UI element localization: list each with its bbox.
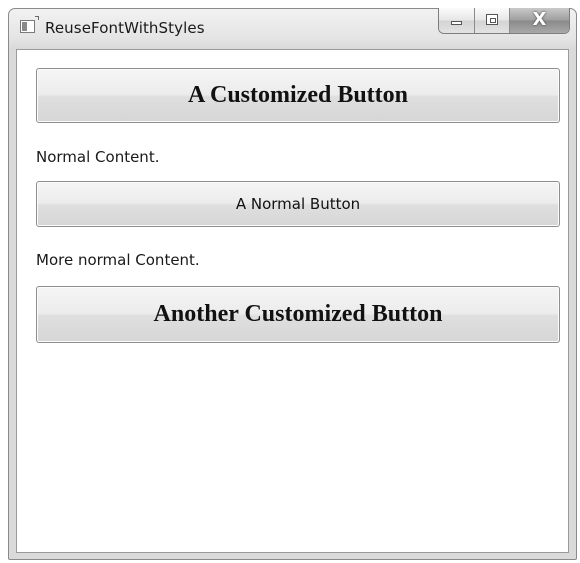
window-title: ReuseFontWithStyles	[45, 19, 205, 37]
close-button[interactable]: X	[510, 8, 569, 33]
more-normal-content-label: More normal Content.	[36, 251, 200, 269]
title-bar[interactable]: ReuseFontWithStyles X	[9, 8, 576, 49]
normal-button[interactable]: A Normal Button	[36, 181, 560, 227]
minimize-icon	[451, 21, 462, 25]
normal-content-label: Normal Content.	[36, 148, 160, 166]
app-window-icon[interactable]	[20, 16, 39, 33]
customized-button[interactable]: A Customized Button	[36, 68, 560, 123]
app-window: ReuseFontWithStyles X A Customized Butto…	[8, 8, 577, 560]
maximize-icon	[486, 14, 498, 25]
maximize-button[interactable]	[475, 8, 510, 33]
window-content: A Customized Button Normal Content. A No…	[16, 49, 569, 553]
minimize-button[interactable]	[439, 8, 475, 33]
another-customized-button[interactable]: Another Customized Button	[36, 286, 560, 343]
caption-buttons: X	[438, 8, 570, 34]
close-icon: X	[532, 9, 547, 30]
